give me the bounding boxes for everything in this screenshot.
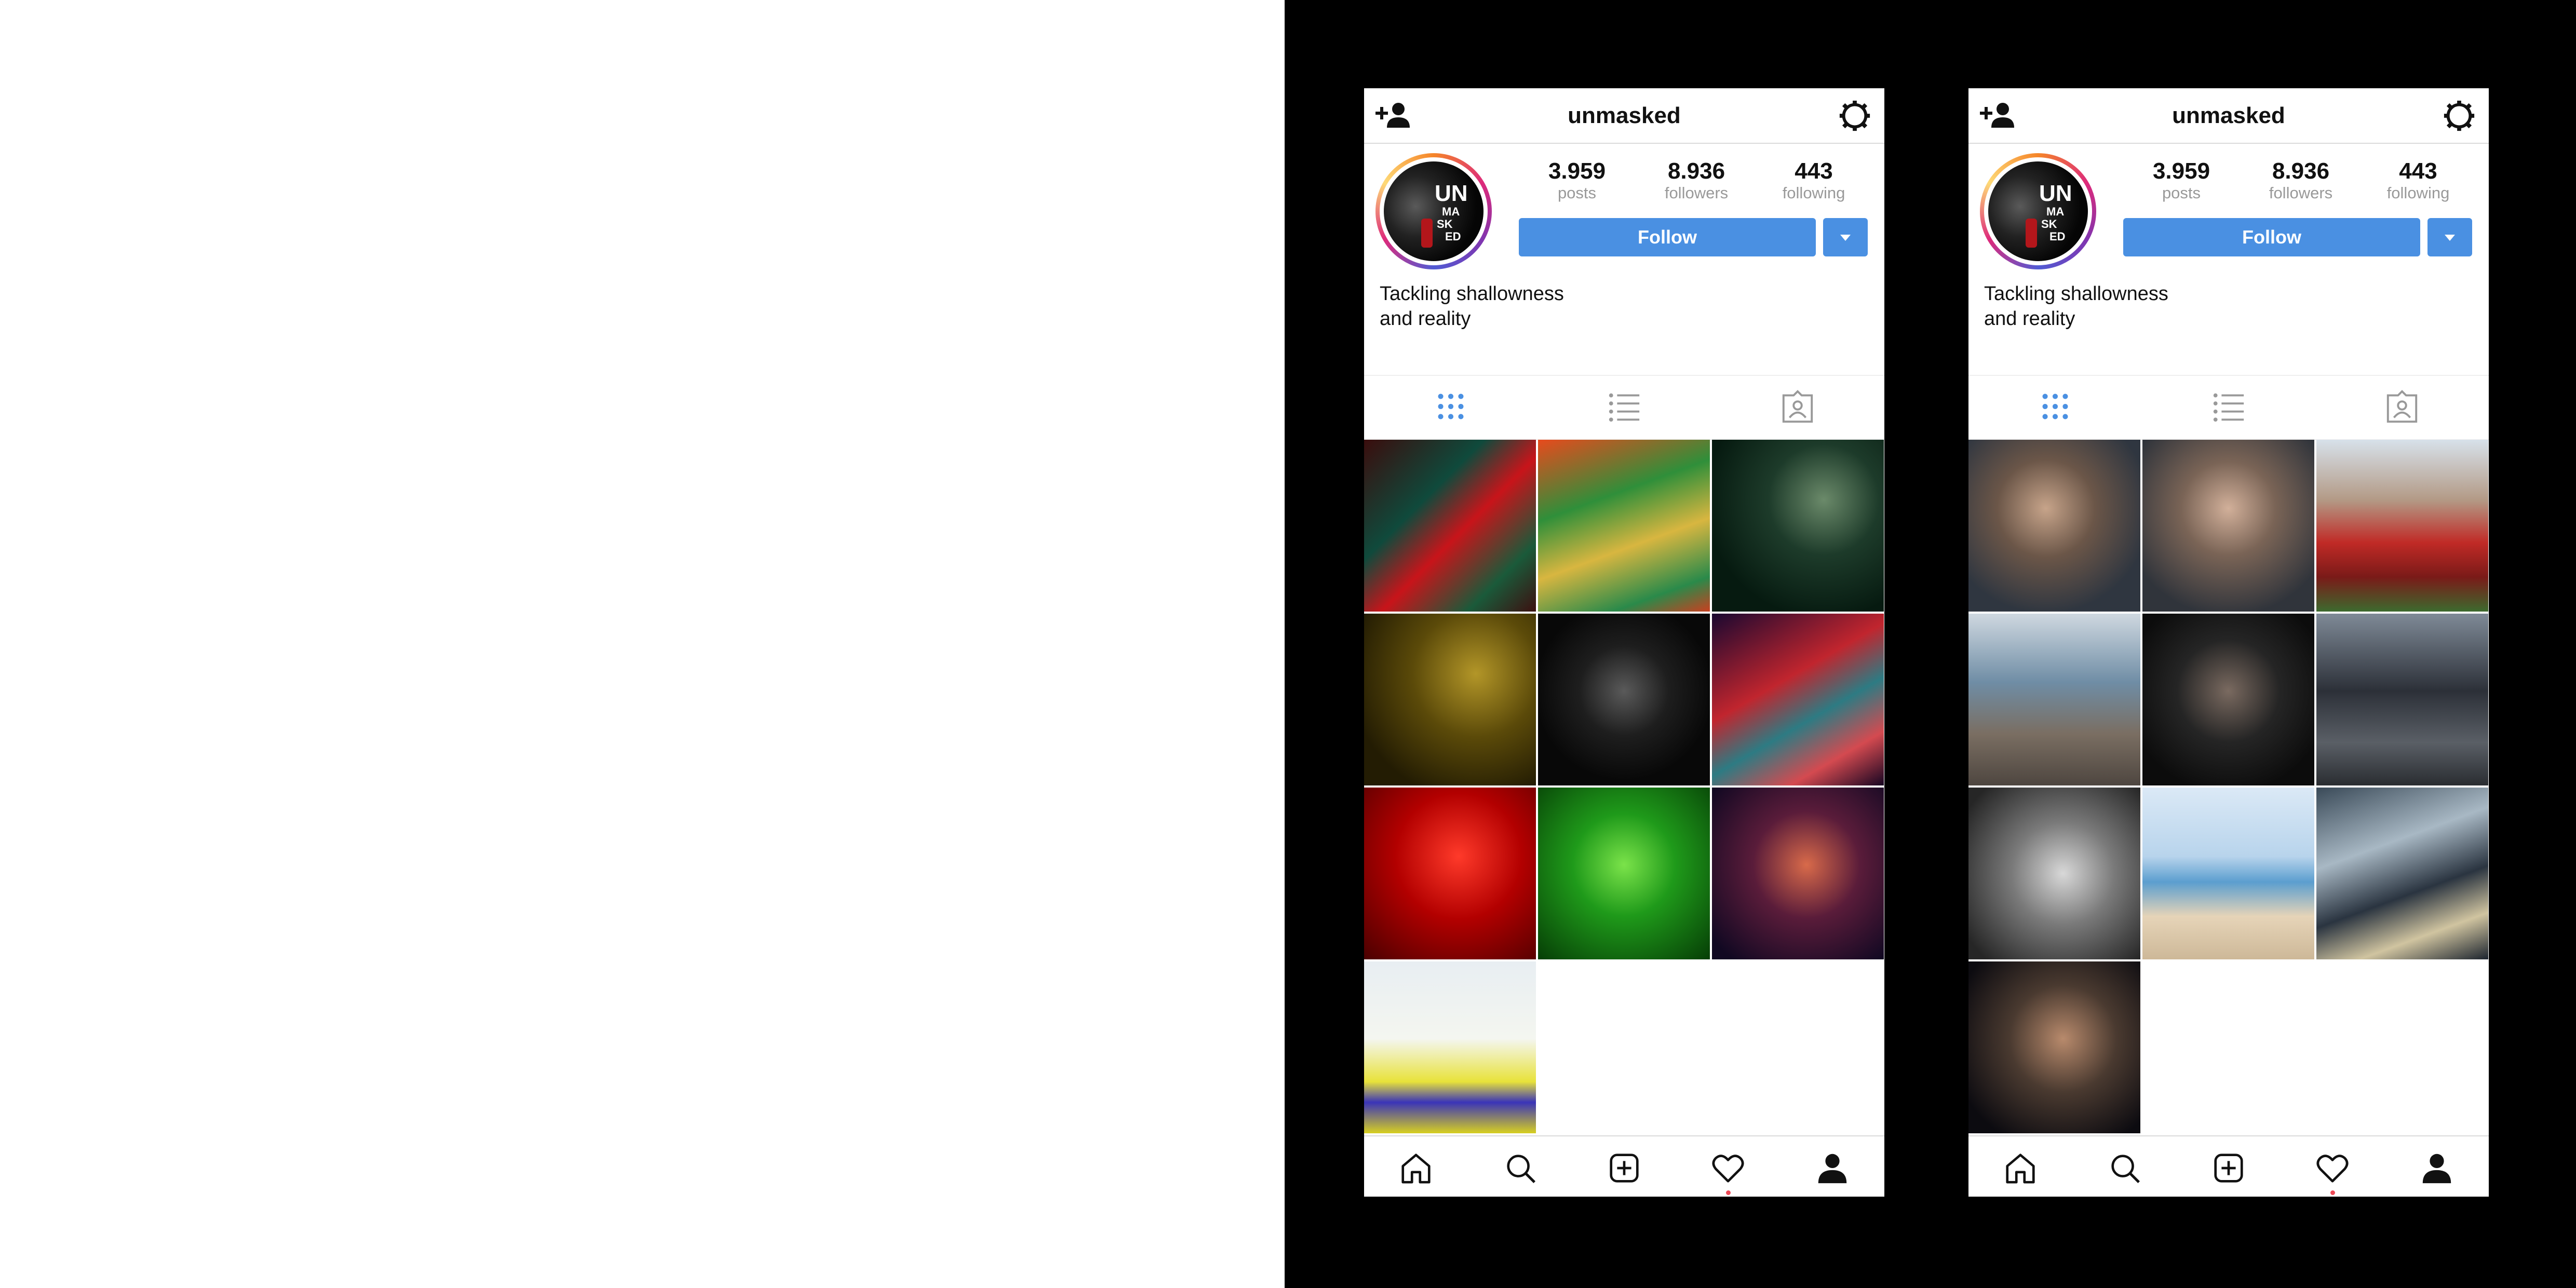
posts-count: 3.959 (1548, 158, 1606, 184)
profile-tab-bar (1968, 375, 2489, 440)
photo-thumbnail[interactable] (1712, 614, 1884, 785)
photo-thumbnail[interactable] (1364, 440, 1536, 612)
avatar-image: UN MA SK ED (1988, 161, 2088, 261)
avatar-logo: UN MA SK ED (1435, 181, 1468, 243)
profile-username: unmasked (2172, 103, 2285, 128)
posts-stat[interactable]: 3.959 posts (2124, 158, 2238, 202)
list-icon[interactable] (1606, 388, 1642, 425)
settings-icon[interactable] (2442, 99, 2476, 133)
profile-bio: Tackling shallowness and reality (1984, 281, 2348, 331)
suggestions-dropdown-button[interactable] (2427, 218, 2472, 256)
top-bar: unmasked (1364, 88, 1884, 144)
profile-tab-bar (1364, 375, 1884, 440)
following-count: 443 (2399, 158, 2437, 184)
photo-thumbnail[interactable] (1364, 614, 1536, 785)
bio-line: Tackling shallowness (1380, 283, 1564, 305)
profile-stats: 3.959 posts 8.936 followers 443 followin… (1525, 158, 1873, 205)
posts-count: 3.959 (2152, 158, 2210, 184)
photo-thumbnail[interactable] (2316, 440, 2488, 612)
profile-bio: Tackling shallowness and reality (1380, 281, 1743, 331)
photo-thumbnail[interactable] (1538, 788, 1710, 959)
bottom-navigation (1364, 1135, 1884, 1197)
avatar[interactable]: UN MA SK ED (1980, 153, 2096, 269)
photo-thumbnail[interactable] (1712, 440, 1884, 612)
followers-stat[interactable]: 8.936 followers (1639, 158, 1754, 202)
follow-button[interactable]: Follow (1519, 218, 1816, 256)
photo-thumbnail[interactable] (2142, 788, 2314, 959)
photo-thumbnail[interactable] (2142, 614, 2314, 785)
bio-line: and reality (1380, 308, 1471, 330)
photo-thumbnail[interactable] (2142, 440, 2314, 612)
grid-icon[interactable] (1433, 388, 1469, 425)
profile-icon[interactable] (2419, 1150, 2455, 1186)
followers-label: followers (1664, 184, 1729, 202)
photo-thumbnail[interactable] (2316, 614, 2488, 785)
grid-icon[interactable] (2037, 388, 2073, 425)
photo-thumbnail[interactable] (1538, 440, 1710, 612)
chevron-down-icon (1840, 235, 1851, 241)
bio-line: Tackling shallowness (1984, 283, 2168, 305)
left-blank-area (0, 0, 1285, 1288)
photo-thumbnail[interactable] (1538, 614, 1710, 785)
activity-icon[interactable] (2314, 1150, 2351, 1186)
photo-thumbnail[interactable] (1364, 788, 1536, 959)
list-icon[interactable] (2210, 388, 2247, 425)
followers-label: followers (2269, 184, 2333, 202)
followers-count: 8.936 (1667, 158, 1725, 184)
followers-stat[interactable]: 8.936 followers (2244, 158, 2358, 202)
home-icon[interactable] (1398, 1150, 1434, 1186)
tagged-icon[interactable] (2384, 388, 2420, 425)
following-count: 443 (1795, 158, 1833, 184)
profile-stats: 3.959 posts 8.936 followers 443 followin… (2129, 158, 2477, 205)
bio-line: and reality (1984, 308, 2075, 330)
suggestions-dropdown-button[interactable] (1823, 218, 1868, 256)
profile-icon[interactable] (1814, 1150, 1851, 1186)
photo-grid (1364, 440, 1884, 1135)
following-stat[interactable]: 443 following (2361, 158, 2475, 202)
photo-thumbnail[interactable] (1364, 961, 1536, 1133)
profile-screen-filtered: unmasked UN MA SK ED 3.959 posts 8.936 f… (1364, 88, 1884, 1197)
home-icon[interactable] (2002, 1150, 2039, 1186)
posts-stat[interactable]: 3.959 posts (1520, 158, 1634, 202)
profile-screen-original: unmasked UN MA SK ED 3.959 posts 8.936 f… (1968, 88, 2489, 1197)
photo-thumbnail[interactable] (1968, 440, 2140, 612)
new-post-icon[interactable] (1606, 1150, 1642, 1186)
search-icon[interactable] (2107, 1150, 2143, 1186)
photo-thumbnail[interactable] (2316, 788, 2488, 959)
avatar-image: UN MA SK ED (1384, 161, 1483, 261)
notification-dot (2330, 1190, 2335, 1195)
tagged-icon[interactable] (1779, 388, 1816, 425)
following-label: following (1782, 184, 1845, 202)
profile-username: unmasked (1568, 103, 1681, 128)
following-label: following (2386, 184, 2450, 202)
photo-thumbnail[interactable] (1712, 788, 1884, 959)
chevron-down-icon (2445, 235, 2455, 241)
posts-label: posts (2162, 184, 2201, 202)
photo-thumbnail[interactable] (1968, 614, 2140, 785)
photo-grid (1968, 440, 2489, 1135)
bottom-navigation (1968, 1135, 2489, 1197)
search-icon[interactable] (1502, 1150, 1539, 1186)
settings-icon[interactable] (1838, 99, 1872, 133)
following-stat[interactable]: 443 following (1757, 158, 1871, 202)
notification-dot (1726, 1190, 1731, 1195)
avatar[interactable]: UN MA SK ED (1375, 153, 1492, 269)
avatar-logo: UN MA SK ED (2039, 181, 2072, 243)
activity-icon[interactable] (1710, 1150, 1746, 1186)
top-bar: unmasked (1968, 88, 2489, 144)
posts-label: posts (1557, 184, 1597, 202)
new-post-icon[interactable] (2210, 1150, 2247, 1186)
photo-thumbnail[interactable] (1968, 788, 2140, 959)
follow-button[interactable]: Follow (2123, 218, 2420, 256)
photo-thumbnail[interactable] (1968, 961, 2140, 1133)
followers-count: 8.936 (2272, 158, 2330, 184)
